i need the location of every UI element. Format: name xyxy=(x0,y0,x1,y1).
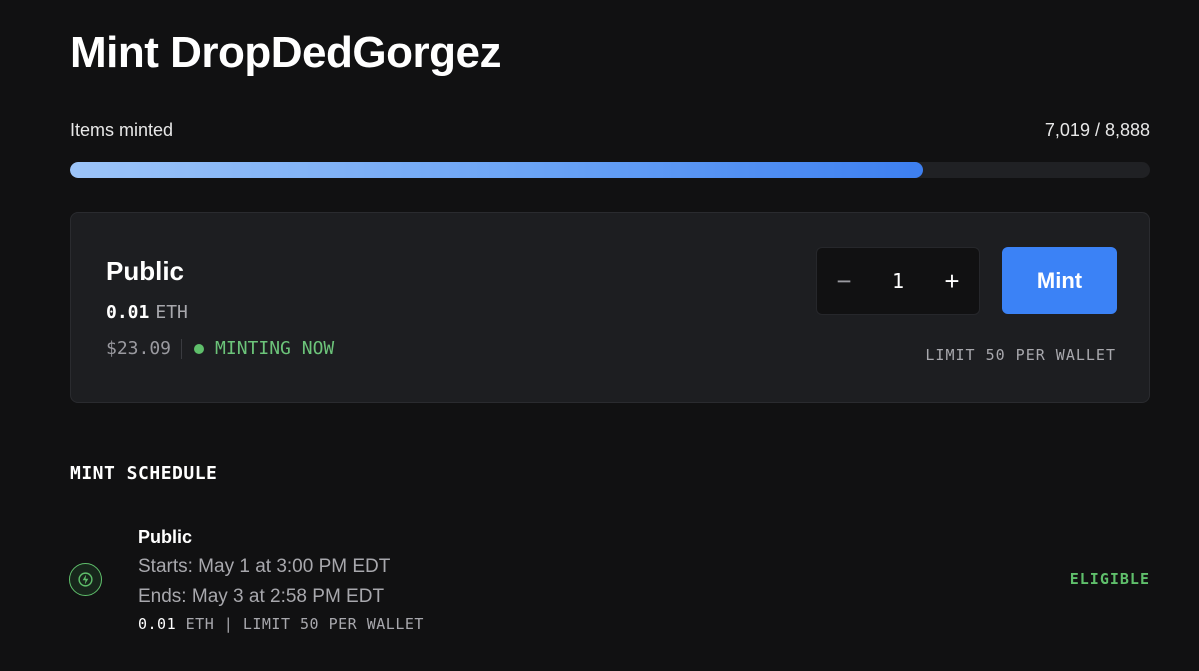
items-minted-count: 7,019 / 8,888 xyxy=(1044,120,1150,140)
items-minted-label: Items minted xyxy=(70,120,174,140)
eligibility-badge: ELIGIBLE xyxy=(1069,570,1150,588)
price-value: 0.01 xyxy=(106,302,150,323)
quantity-value[interactable]: 1 xyxy=(892,269,904,293)
mint-stage-card: Public 0.01 ETH $23.09 MINTING NOW − 1 + … xyxy=(70,212,1150,403)
schedule-price-limit: 0.01 ETH | LIMIT 50 PER WALLET xyxy=(138,615,424,633)
usd-price: $23.09 xyxy=(106,338,172,359)
schedule-end-time: Ends: May 3 at 2:58 PM EDT xyxy=(138,586,385,607)
mint-progress-bar xyxy=(70,162,1150,178)
stage-status-row: $23.09 MINTING NOW xyxy=(106,338,334,359)
schedule-limit: ETH | LIMIT 50 PER WALLET xyxy=(185,615,424,633)
wallet-limit: LIMIT 50 PER WALLET xyxy=(925,346,1116,364)
mint-schedule-heading: MINT SCHEDULE xyxy=(70,463,218,484)
price-currency: ETH xyxy=(155,302,188,323)
lightning-icon xyxy=(69,563,102,596)
mint-progress-fill xyxy=(70,162,923,178)
live-status-dot-icon xyxy=(194,343,205,354)
stage-price: 0.01 ETH xyxy=(106,302,188,323)
schedule-stage-name: Public xyxy=(138,527,193,547)
stage-name: Public xyxy=(106,256,185,286)
minting-status: MINTING NOW xyxy=(215,338,335,359)
quantity-stepper: − 1 + xyxy=(816,247,980,315)
schedule-price: 0.01 xyxy=(138,615,177,633)
increment-button[interactable]: + xyxy=(925,248,979,314)
mint-page: Mint DropDedGorgez Items minted 7,019 / … xyxy=(0,0,1199,671)
decrement-button[interactable]: − xyxy=(817,248,871,314)
mint-button[interactable]: Mint xyxy=(1002,247,1117,314)
page-title: Mint DropDedGorgez xyxy=(70,28,501,77)
divider xyxy=(181,338,183,359)
schedule-start-time: Starts: May 1 at 3:00 PM EDT xyxy=(138,556,391,577)
